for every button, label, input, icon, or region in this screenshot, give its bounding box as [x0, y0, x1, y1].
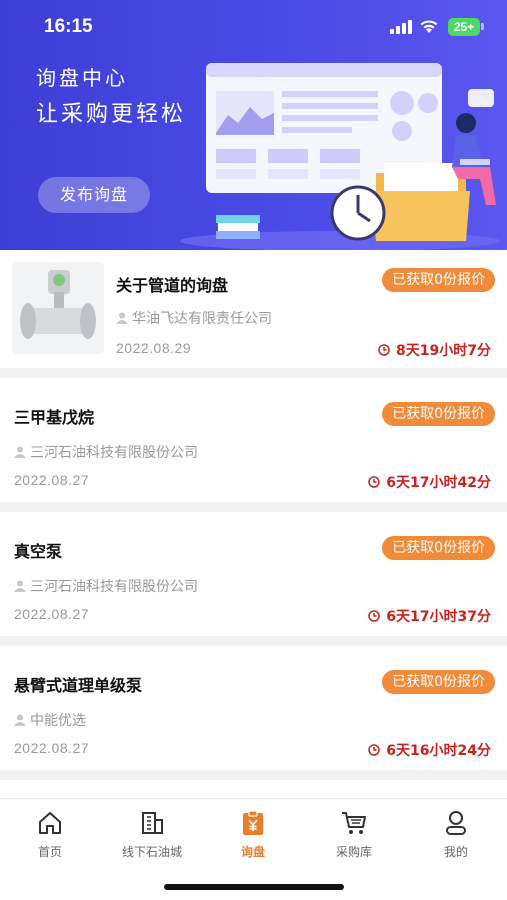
tab-mine[interactable]: 我的: [416, 809, 496, 860]
publish-inquiry-button[interactable]: 发布询盘: [38, 177, 150, 213]
clock-icon: [378, 344, 390, 356]
banner: 16:15 25+ 询盘中心 让采购更轻松 发布询盘: [0, 0, 507, 250]
inquiry-title: 三甲基戊烷: [14, 408, 95, 427]
inquiry-title: 悬臂式道理单级泵: [14, 676, 143, 695]
inquiry-title: 关于管道的询盘: [116, 276, 229, 295]
tab-label: 首页: [37, 845, 62, 859]
company-name: 三河石油科技有限股份公司: [14, 576, 198, 596]
list-item[interactable]: 悬臂式道理单级泵 已获取0份报价 中能优选 2022.08.27 6天16小时2…: [0, 646, 507, 770]
quote-count-badge: 已获取0份报价: [382, 536, 495, 560]
inquiry-title: 真空泵: [14, 542, 63, 561]
building-icon: [142, 812, 163, 834]
countdown: 6天16小时24分: [368, 740, 491, 760]
tab-purchase-library[interactable]: 采购库: [314, 809, 394, 860]
countdown: 8天19小时7分: [378, 340, 491, 360]
company-name: 三河石油科技有限股份公司: [14, 442, 198, 462]
list-item[interactable]: 真空泵 已获取0份报价 三河石油科技有限股份公司 2022.08.27 6天17…: [0, 512, 507, 636]
company-name-text: 三河石油科技有限股份公司: [30, 445, 198, 461]
countdown-text: 6天17小时42分: [386, 475, 491, 491]
signal-icon: [390, 20, 412, 34]
company-name-text: 中能优选: [30, 713, 86, 729]
clipboard-yen-icon: [243, 810, 263, 835]
company-name-text: 三河石油科技有限股份公司: [30, 579, 198, 595]
user-icon: [14, 446, 26, 458]
banner-illustration: [180, 63, 500, 250]
tab-label: 我的: [443, 845, 468, 859]
user-icon: [446, 811, 466, 835]
flowmeter-image: [12, 262, 104, 354]
tab-inquiry[interactable]: 询盘: [213, 809, 293, 860]
status-time: 16:15: [44, 16, 93, 37]
battery-cap: [481, 23, 484, 30]
countdown-text: 6天16小时24分: [386, 743, 491, 759]
home-indicator: [164, 884, 344, 890]
user-icon: [14, 714, 26, 726]
cart-icon: [342, 812, 366, 834]
tab-label: 线下石油城: [121, 845, 182, 859]
company-name: 中能优选: [14, 710, 86, 730]
countdown: 6天17小时42分: [368, 472, 491, 492]
tab-home[interactable]: 首页: [10, 809, 90, 860]
status-bar: 16:15 25+: [0, 0, 507, 52]
clock-icon: [368, 744, 381, 756]
clock-icon: [368, 476, 381, 488]
company-name-text: 华油飞达有限责任公司: [132, 311, 272, 327]
tab-label: 询盘: [240, 845, 265, 859]
wifi-icon: [420, 20, 438, 33]
quote-count-badge: 已获取0份报价: [382, 268, 495, 292]
quote-count-badge: 已获取0份报价: [382, 402, 495, 426]
countdown-text: 6天17小时37分: [386, 609, 491, 625]
banner-title: 询盘中心: [36, 66, 128, 90]
product-image: [12, 262, 104, 354]
countdown-text: 8天19小时7分: [396, 343, 491, 359]
tab-offline-oil-city[interactable]: 线下石油城: [112, 809, 192, 860]
battery-icon: 25+: [448, 18, 480, 36]
user-icon: [14, 580, 26, 592]
clock-icon: [368, 610, 381, 622]
quote-count-badge: 已获取0份报价: [382, 670, 495, 694]
inquiry-date: 2022.08.27: [14, 740, 90, 756]
countdown: 6天17小时37分: [368, 606, 491, 626]
inquiry-date: 2022.08.27: [14, 472, 90, 488]
inquiry-date: 2022.08.29: [116, 340, 192, 356]
user-icon: [116, 312, 128, 324]
list-item[interactable]: 三甲基戊烷 已获取0份报价 三河石油科技有限股份公司 2022.08.27 6天…: [0, 378, 507, 502]
banner-subtitle: 让采购更轻松: [36, 102, 187, 127]
company-name: 华油飞达有限责任公司: [116, 308, 272, 328]
home-icon: [39, 812, 61, 834]
tab-label: 采购库: [335, 845, 372, 859]
inquiry-date: 2022.08.27: [14, 606, 90, 622]
list-item[interactable]: 关于管道的询盘 已获取0份报价 华油飞达有限责任公司 2022.08.29 8天…: [0, 250, 507, 368]
